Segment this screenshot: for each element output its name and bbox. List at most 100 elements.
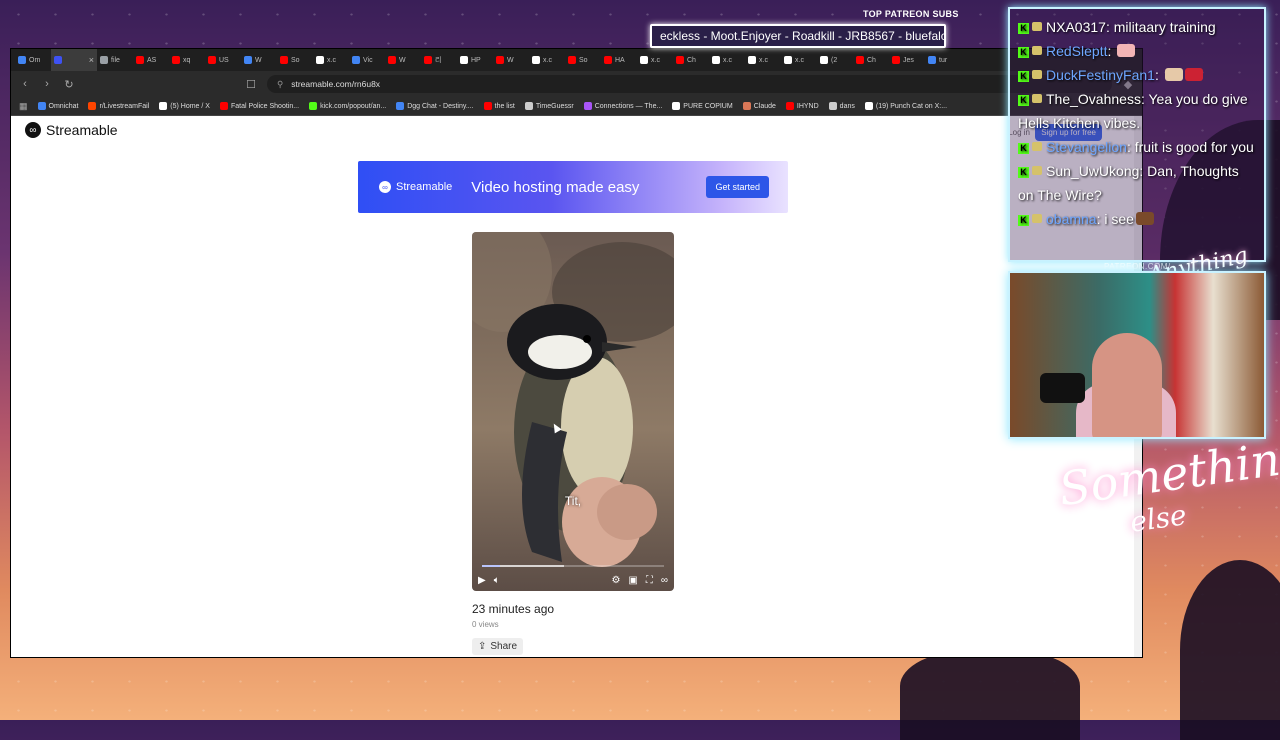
bookmark-item[interactable]: r/LivestreamFail: [88, 102, 149, 110]
back-icon[interactable]: ‹: [19, 78, 31, 90]
url-field[interactable]: ⚲ streamable.com/rn6u8x: [267, 75, 1112, 93]
kick-badge-icon: K: [1018, 167, 1029, 178]
browser-tab[interactable]: Ch: [673, 49, 709, 71]
get-started-button[interactable]: Get started: [706, 176, 769, 198]
settings-icon[interactable]: ⚙: [611, 575, 620, 586]
browser-tab[interactable]: W: [241, 49, 277, 71]
sub-badge-icon: [1032, 142, 1042, 151]
tab-favicon-icon: [784, 56, 792, 64]
browser-tab[interactable]: x.c: [745, 49, 781, 71]
bookmark-item[interactable]: dans: [828, 102, 855, 110]
tab-label: W: [399, 56, 406, 64]
tab-favicon-icon: [568, 56, 576, 64]
bookmark-icon[interactable]: ☐: [245, 78, 257, 91]
bookmark-item[interactable]: the list: [483, 102, 515, 110]
video-buffer-fill: [482, 565, 564, 567]
tab-favicon-icon: [928, 56, 936, 64]
reload-icon[interactable]: ↻: [63, 78, 75, 91]
bookmark-item[interactable]: Connections — The...: [583, 102, 662, 110]
bookmark-item[interactable]: Dgg Chat - Destiny....: [396, 102, 474, 110]
browser-tab[interactable]: So: [277, 49, 313, 71]
sub-badge-icon: [1032, 70, 1042, 79]
browser-tab[interactable]: ×: [51, 49, 97, 71]
tab-favicon-icon: [424, 56, 432, 64]
chat-separator: :: [1154, 67, 1163, 83]
chat-text: i see: [1104, 211, 1134, 227]
promo-banner[interactable]: ∞ Streamable Video hosting made easy Get…: [358, 161, 788, 213]
kick-badge-icon: K: [1018, 71, 1029, 82]
close-tab-icon[interactable]: ×: [89, 55, 94, 65]
browser-tab[interactable]: tur: [925, 49, 961, 71]
share-button[interactable]: ⇪ Share: [472, 638, 524, 655]
bookmark-favicon-icon: [583, 102, 592, 110]
tab-favicon-icon: [388, 56, 396, 64]
video-player[interactable]: Tit, ▶ 🔈︎ ⚙ ▣ ⛶ ∞: [472, 232, 674, 591]
streamer-head: [1092, 333, 1162, 437]
browser-tab[interactable]: x.c: [709, 49, 745, 71]
video-progress-bar[interactable]: [482, 565, 664, 567]
bookmark-item[interactable]: PURE COPIUM: [672, 102, 733, 110]
browser-tab[interactable]: AS: [133, 49, 169, 71]
chat-emote-icon: [1117, 44, 1136, 57]
tab-favicon-icon: [496, 56, 504, 64]
browser-tab[interactable]: x.c: [637, 49, 673, 71]
bookmark-favicon-icon: [219, 102, 228, 110]
bookmark-item[interactable]: TimeGuessr: [524, 102, 574, 110]
browser-tab[interactable]: Ch: [853, 49, 889, 71]
browser-tab[interactable]: xq: [169, 49, 205, 71]
bookmark-label: Claude: [753, 102, 776, 110]
streamable-logo-icon[interactable]: ∞: [661, 575, 668, 586]
play-icon[interactable]: ▶: [478, 575, 486, 586]
tab-favicon-icon: [244, 56, 252, 64]
chat-username: obamna: [1046, 211, 1097, 227]
browser-tab[interactable]: 리: [421, 49, 457, 71]
tab-favicon-icon: [316, 56, 324, 64]
browser-tab[interactable]: Om: [15, 49, 51, 71]
tab-favicon-icon: [604, 56, 612, 64]
forward-icon[interactable]: ›: [41, 78, 53, 90]
streamable-logo[interactable]: ∞ Streamable: [25, 122, 118, 138]
bookmark-item[interactable]: IHYND: [785, 102, 819, 110]
browser-tab[interactable]: HP: [457, 49, 493, 71]
patreon-subs-label: TOP PATREON SUBS: [863, 9, 959, 19]
chat-message: K DuckFestinyFan1:: [1018, 63, 1256, 87]
bookmark-item[interactable]: Omnichat: [37, 102, 78, 110]
browser-tab[interactable]: Vic: [349, 49, 385, 71]
chat-username: Sun_UwUkong: [1046, 163, 1140, 179]
chat-message: Kobamna: i see: [1018, 207, 1256, 231]
browser-window: Om × file AS xq US W So x.c Vic W 리 HP Wx.c So HA x.c Ch x…: [11, 49, 1142, 657]
volume-icon[interactable]: 🔈︎: [494, 575, 500, 586]
browser-tab[interactable]: W: [385, 49, 421, 71]
bush-silhouette: [900, 650, 1080, 740]
browser-tab[interactable]: So: [565, 49, 601, 71]
tab-favicon-icon: [280, 56, 288, 64]
browser-tab[interactable]: file: [97, 49, 133, 71]
browser-tab[interactable]: (2: [817, 49, 853, 71]
bookmark-label: (5) Home / X: [170, 102, 210, 110]
apps-icon[interactable]: ▦: [19, 101, 28, 112]
bookmark-item[interactable]: kick.com/popout/an...: [309, 102, 386, 110]
picture-in-picture-icon[interactable]: ▣: [628, 575, 637, 586]
browser-tab[interactable]: HA: [601, 49, 637, 71]
tab-label: HA: [615, 56, 625, 64]
chat-emote-icon: [1135, 212, 1154, 225]
tab-label: Ch: [687, 56, 696, 64]
bookmark-item[interactable]: (19) Punch Cat on X:...: [864, 102, 947, 110]
bookmark-item[interactable]: Fatal Police Shootin...: [219, 102, 299, 110]
chat-username: NXA0317: [1046, 19, 1106, 35]
fullscreen-icon[interactable]: ⛶: [646, 575, 653, 586]
tab-favicon-icon: [532, 56, 540, 64]
browser-tab[interactable]: x.c: [781, 49, 817, 71]
tab-label: W: [255, 56, 262, 64]
browser-tab[interactable]: Jes: [889, 49, 925, 71]
browser-tab[interactable]: x.c: [313, 49, 349, 71]
browser-tab[interactable]: US: [205, 49, 241, 71]
posted-time: 23 minutes ago: [472, 602, 555, 616]
bookmark-label: dans: [839, 102, 855, 110]
bookmark-item[interactable]: (5) Home / X: [159, 102, 210, 110]
browser-tab[interactable]: W: [493, 49, 529, 71]
bookmark-item[interactable]: Claude: [742, 102, 776, 110]
microphone-icon: [1040, 373, 1085, 403]
site-info-icon[interactable]: ⚲: [277, 79, 283, 90]
browser-tab[interactable]: x.c: [529, 49, 565, 71]
